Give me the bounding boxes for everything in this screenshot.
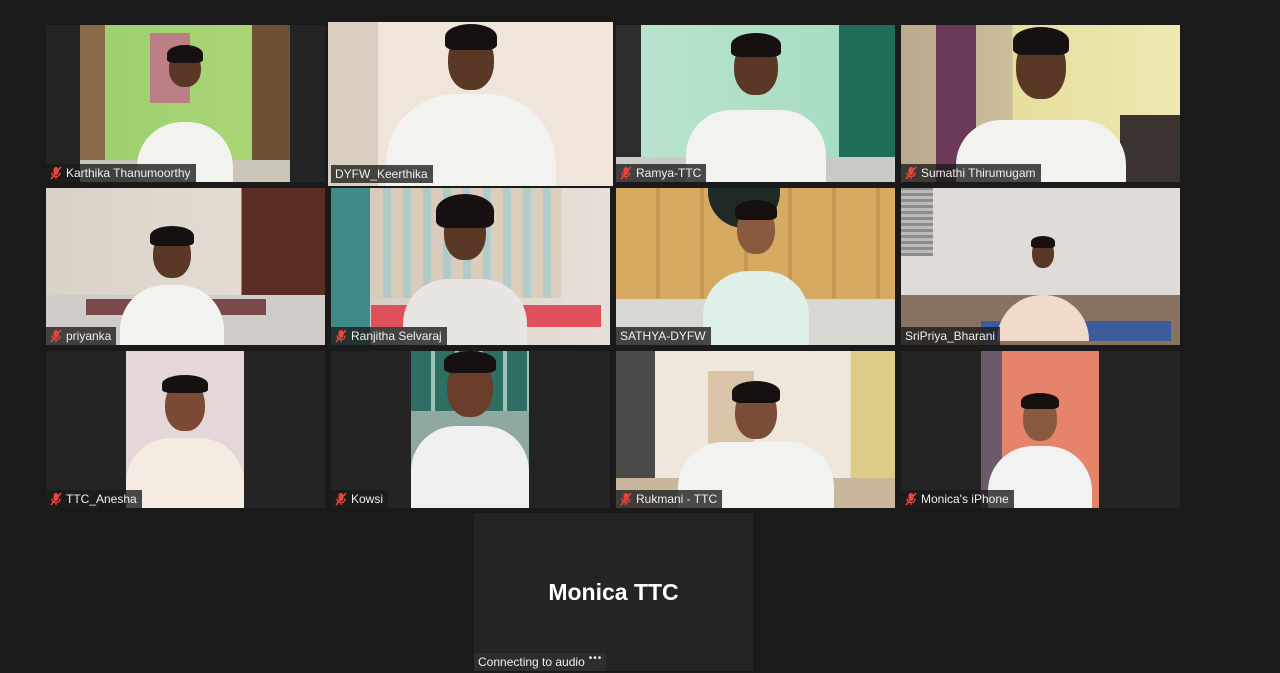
participant-video [126, 351, 244, 508]
participant-name-label: priyanka [46, 327, 117, 345]
participant-name-label: Sumathi Thirumugam [901, 164, 1041, 182]
participant-name: Monica's iPhone [921, 492, 1009, 506]
participant-video [981, 351, 1099, 508]
participant-video [80, 25, 290, 182]
participant-name-label: Monica's iPhone [901, 490, 1014, 508]
video-tile[interactable]: priyanka [46, 188, 325, 345]
participant-name: Ramya-TTC [636, 166, 702, 180]
more-dots-icon: ••• [588, 653, 603, 664]
participant-name: SATHYA-DYFW [620, 329, 706, 343]
mic-muted-icon [620, 492, 632, 506]
video-tile[interactable]: SATHYA-DYFW [616, 188, 895, 345]
video-tile[interactable]: Ramya-TTC [616, 25, 895, 182]
mic-muted-icon [50, 166, 62, 180]
participant-name-label: SriPriya_Bharani [901, 327, 1001, 345]
participant-video [901, 188, 1180, 345]
participant-name-label: Rukmani - TTC [616, 490, 723, 508]
participant-video [411, 351, 529, 508]
participant-name-label: Ramya-TTC [616, 164, 707, 182]
video-tile[interactable]: Kowsi [331, 351, 610, 508]
connection-status: Connecting to audio [478, 655, 585, 669]
participant-name-label: Ranjitha Selvaraj [331, 327, 447, 345]
participant-name: Rukmani - TTC [636, 492, 718, 506]
video-tile[interactable]: Sumathi Thirumugam [901, 25, 1180, 182]
participant-video [331, 188, 610, 345]
video-tile[interactable]: TTC_Anesha [46, 351, 325, 508]
video-tile[interactable]: Monica's iPhone [901, 351, 1180, 508]
participant-name-label: TTC_Anesha [46, 490, 142, 508]
mic-muted-icon [620, 166, 632, 180]
participant-video [616, 188, 895, 345]
no-video-tile[interactable]: Monica TTC Connecting to audio ••• [474, 513, 753, 671]
participant-video [328, 22, 613, 186]
participant-display-name: Monica TTC [548, 579, 679, 605]
participant-name: Kowsi [351, 492, 384, 506]
connection-status-label: Connecting to audio ••• [474, 653, 607, 671]
mic-muted-icon [905, 492, 917, 506]
meeting-window: { "participants": [ {"name": "Karthika T… [0, 0, 1280, 673]
mic-muted-icon [335, 329, 347, 343]
participant-name: Sumathi Thirumugam [921, 166, 1036, 180]
participant-name-label: Kowsi [331, 490, 389, 508]
participant-name-label: SATHYA-DYFW [616, 327, 711, 345]
participant-name: priyanka [66, 329, 112, 343]
participant-name-label: Karthika Thanumoorthy [46, 164, 196, 182]
video-tile-active-speaker[interactable]: DYFW_Keerthika [328, 22, 613, 186]
video-tile[interactable]: Rukmani - TTC [616, 351, 895, 508]
mic-muted-icon [905, 166, 917, 180]
participant-name: Karthika Thanumoorthy [66, 166, 191, 180]
mic-muted-icon [50, 492, 62, 506]
video-tile[interactable]: Karthika Thanumoorthy [46, 25, 325, 182]
participant-video [616, 351, 895, 508]
participant-name: DYFW_Keerthika [335, 167, 428, 181]
participant-video [616, 25, 895, 182]
participant-name: Ranjitha Selvaraj [351, 329, 442, 343]
participant-video [46, 188, 325, 345]
participant-video [901, 25, 1180, 182]
participant-name: SriPriya_Bharani [905, 329, 996, 343]
mic-muted-icon [335, 492, 347, 506]
participant-name: TTC_Anesha [66, 492, 137, 506]
mic-muted-icon [50, 329, 62, 343]
participant-name-label: DYFW_Keerthika [331, 165, 433, 183]
video-tile[interactable]: SriPriya_Bharani [901, 188, 1180, 345]
video-tile[interactable]: Ranjitha Selvaraj [331, 188, 610, 345]
